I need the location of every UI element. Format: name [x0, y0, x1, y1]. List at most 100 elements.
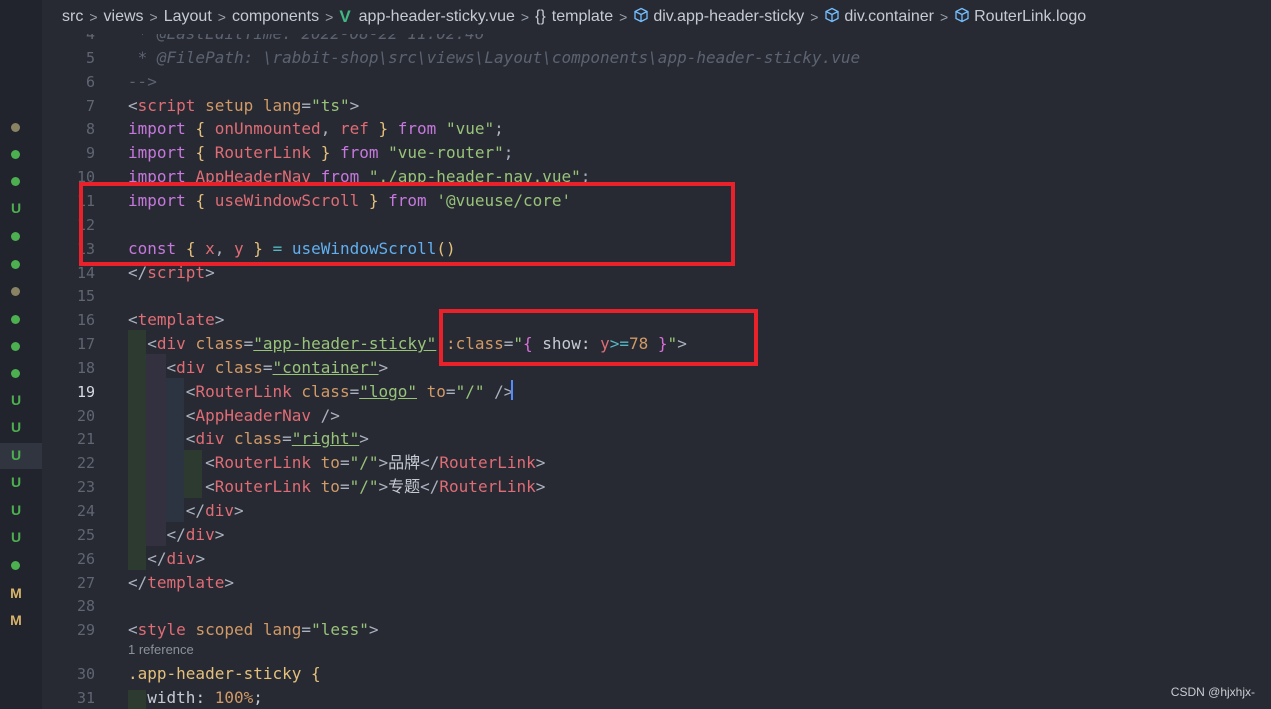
code-token: > — [214, 524, 225, 544]
code-token: div — [156, 334, 186, 354]
code-token: class — [214, 357, 263, 377]
code-line-30[interactable]: .app-header-sticky { — [128, 662, 321, 686]
codelens-references[interactable]: 1 reference — [128, 642, 194, 657]
code-line-19[interactable]: <RouterLink class="logo" to="/" /> — [128, 380, 514, 404]
chevron-right-icon: > — [810, 9, 819, 25]
code-line-11[interactable]: import { useWindowScroll } from '@vueuse… — [128, 189, 571, 213]
code-line-20[interactable]: <AppHeaderNav /> — [128, 404, 340, 428]
code-token: > — [205, 262, 215, 282]
code-line-7[interactable]: <script setup lang="ts"> — [128, 94, 359, 118]
code-token: y — [600, 334, 610, 354]
code-line-26[interactable]: </div> — [128, 547, 205, 571]
chevron-right-icon: > — [217, 9, 226, 25]
code-line-23[interactable]: <RouterLink to="/">专题</RouterLink> — [128, 475, 545, 499]
code-token: "ts" — [311, 95, 350, 115]
code-token: "container" — [272, 357, 379, 377]
code-token: from — [388, 190, 427, 210]
code-token: RouterLink — [214, 477, 312, 497]
code-line-5[interactable]: * @FilePath: \rabbit-shop\src\views\Layo… — [128, 46, 860, 70]
code-line-29[interactable]: <style scoped lang="less"> — [128, 618, 379, 642]
code-token: useWindowScroll — [291, 238, 437, 258]
scm-dot-icon — [11, 561, 20, 570]
code-line-6[interactable]: --> — [128, 70, 157, 94]
code-token: '@vueuse/core' — [436, 190, 572, 210]
code-line-18[interactable]: <div class="container"> — [128, 356, 389, 380]
scm-dot-icon — [11, 287, 20, 296]
breadcrumb-item-div-container[interactable]: div.container — [844, 8, 934, 26]
code-line-16[interactable]: <template> — [128, 308, 224, 332]
code-line-27[interactable]: </template> — [128, 571, 234, 595]
breadcrumb-item-src[interactable]: src — [62, 8, 83, 26]
code-token: { — [185, 238, 196, 258]
code-token: = — [301, 620, 312, 640]
code-line-17[interactable]: <div class="app-header-sticky" :class="{… — [128, 332, 687, 356]
line-number: 31 — [76, 688, 95, 707]
breadcrumb-item-components[interactable]: components — [232, 8, 319, 26]
code-token: "vue-router" — [388, 143, 504, 163]
scm-untracked-marker: U — [10, 200, 22, 216]
line-number: 27 — [76, 573, 95, 592]
code-line-25[interactable]: </div> — [128, 523, 225, 547]
code-token: < — [128, 95, 138, 115]
code-token: const — [128, 238, 177, 258]
breadcrumb-item-div-app-header-sticky[interactable]: div.app-header-sticky — [653, 8, 804, 26]
code-line-8[interactable]: import { onUnmounted, ref } from "vue"; — [128, 117, 504, 141]
watermark: CSDN @hjxhjx- — [1170, 685, 1255, 699]
breadcrumb-item-layout[interactable]: Layout — [164, 8, 212, 26]
vue-icon: V — [339, 7, 351, 26]
code-line-10[interactable]: import AppHeaderNav from "./app-header-n… — [128, 165, 590, 189]
code-line-13[interactable]: const { x, y } = useWindowScroll() — [128, 237, 456, 261]
code-token: </ — [420, 453, 440, 473]
code-token: </ — [147, 548, 167, 568]
code-token: < — [147, 334, 157, 354]
code-line-14[interactable]: </script> — [128, 261, 215, 285]
code-token: "/" — [349, 453, 379, 473]
line-number: 12 — [76, 215, 95, 234]
breadcrumb-item-file[interactable]: app-header-sticky.vue — [359, 8, 515, 26]
scm-dot-icon — [11, 150, 20, 159]
code-token: script — [147, 262, 206, 282]
code-token: < — [205, 477, 215, 497]
code-token: y — [234, 238, 244, 258]
code-line-24[interactable]: </div> — [128, 499, 244, 523]
code-token: >= — [609, 334, 629, 354]
code-token: > — [359, 429, 369, 449]
code-token: lang — [262, 95, 302, 115]
code-token: = — [339, 477, 350, 497]
line-number: 17 — [76, 335, 95, 354]
code-token: AppHeaderNav — [195, 167, 312, 187]
code-token: } — [320, 143, 331, 163]
breadcrumb-item-template[interactable]: template — [552, 8, 613, 26]
line-number: 23 — [76, 478, 95, 497]
code-line-21[interactable]: <div class="right"> — [128, 427, 369, 451]
code-editor[interactable]: 4 5 6 7 8 9 10 11 12 13 14 15 16 17 18 19 20 21 22 23 24 25 26… — [42, 34, 1271, 709]
line-number: 5 — [85, 48, 95, 67]
code-line-22[interactable]: <RouterLink to="/">品牌</RouterLink> — [128, 451, 545, 475]
scm-untracked-marker: U — [10, 474, 22, 490]
breadcrumb-item-routerlink-logo[interactable]: RouterLink.logo — [974, 8, 1086, 26]
code-token: = — [339, 453, 350, 473]
line-number: 4 — [85, 34, 95, 43]
code-line-31[interactable]: width: 100%; — [128, 686, 263, 709]
code-line-4[interactable]: * @LastEditTime: 2022-08-22 11:02:46 — [128, 34, 485, 46]
code-line-9[interactable]: import { RouterLink } from "vue-router"; — [128, 141, 513, 165]
breadcrumb-item-views[interactable]: views — [104, 8, 144, 26]
code-token: </ — [185, 501, 206, 520]
code-token: " — [513, 334, 524, 354]
code-token: { — [311, 664, 321, 684]
scm-untracked-marker: U — [10, 419, 22, 435]
code-token: : — [195, 687, 215, 707]
code-token: "/" — [455, 381, 485, 401]
